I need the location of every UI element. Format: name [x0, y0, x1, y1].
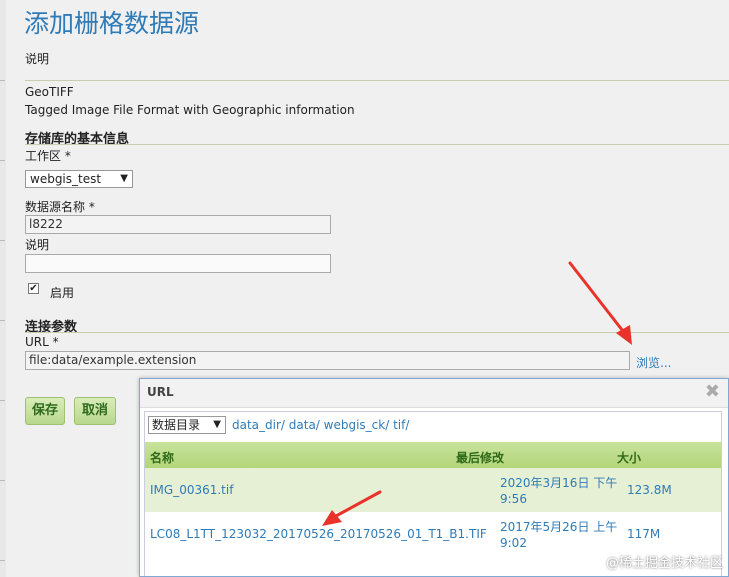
- file-modified-time: 9:56: [500, 492, 527, 506]
- gutter-tick: [0, 80, 5, 81]
- url-label: URL *: [25, 335, 59, 349]
- file-modified: 2020年3月16日 下午: [500, 476, 618, 490]
- url-input[interactable]: file:data/example.extension: [25, 351, 630, 370]
- dialog-header: URL ✖: [140, 379, 728, 408]
- left-gutter: [0, 0, 6, 577]
- dialog-title: URL: [147, 385, 174, 399]
- enabled-checkbox[interactable]: ✔: [28, 283, 39, 294]
- page-title: 添加栅格数据源: [24, 9, 200, 38]
- enabled-label: 启用: [50, 286, 75, 300]
- close-icon[interactable]: ✖: [705, 383, 720, 401]
- chevron-down-icon: ▼: [213, 419, 221, 430]
- gutter-tick: [0, 320, 5, 321]
- gutter-tick: [0, 560, 5, 561]
- root-dir-select[interactable]: 数据目录 ▼: [148, 416, 226, 434]
- column-size-header[interactable]: 大小: [617, 449, 641, 466]
- column-name-header[interactable]: 名称: [150, 449, 174, 466]
- file-modified-time: 9:02: [500, 536, 527, 550]
- file-size: 117M: [627, 527, 661, 541]
- save-button[interactable]: 保存: [25, 397, 65, 425]
- column-modified-header[interactable]: 最后修改: [456, 449, 504, 466]
- file-modified: 2017年5月26日 上午: [500, 520, 618, 534]
- breadcrumb[interactable]: data_dir/ data/ webgis_ck/ tif/: [232, 418, 409, 432]
- file-name[interactable]: IMG_00361.tif: [150, 483, 233, 497]
- browse-link[interactable]: 浏览...: [636, 354, 671, 371]
- chevron-down-icon: ▼: [120, 173, 128, 184]
- format-name: GeoTIFF: [25, 85, 74, 99]
- file-row[interactable]: IMG_00361.tif 2020年3月16日 下午 9:56 123.8M: [145, 468, 721, 512]
- workspace-label: 工作区 *: [25, 149, 71, 163]
- gutter-tick: [0, 160, 5, 161]
- url-browser-dialog: URL ✖ 数据目录 ▼ data_dir/ data/ webgis_ck/ …: [139, 378, 729, 577]
- description-input[interactable]: [25, 254, 331, 273]
- file-size: 123.8M: [627, 483, 672, 497]
- watermark: @稀土掘金技术社区: [605, 556, 723, 571]
- divider: [25, 80, 729, 81]
- root-dir-value: 数据目录: [152, 418, 201, 432]
- cancel-button[interactable]: 取消: [74, 397, 116, 425]
- description-label: 说明: [25, 238, 50, 252]
- page-description: 说明: [25, 52, 50, 66]
- gutter-tick: [0, 480, 5, 481]
- gutter-tick: [0, 240, 5, 241]
- name-input[interactable]: l8222: [25, 215, 331, 234]
- divider: [25, 332, 729, 333]
- gutter-tick: [0, 400, 5, 401]
- file-table-header: 名称 最后修改 大小: [145, 442, 721, 468]
- divider: [25, 144, 729, 145]
- name-label: 数据源名称 *: [25, 200, 95, 214]
- format-description: Tagged Image File Format with Geographic…: [25, 103, 355, 117]
- file-name[interactable]: LC08_L1TT_123032_20170526_20170526_01_T1…: [150, 527, 487, 541]
- workspace-select[interactable]: webgis_test ▼: [25, 170, 133, 188]
- file-row[interactable]: LC08_L1TT_123032_20170526_20170526_01_T1…: [145, 512, 721, 556]
- workspace-value: webgis_test: [30, 172, 102, 186]
